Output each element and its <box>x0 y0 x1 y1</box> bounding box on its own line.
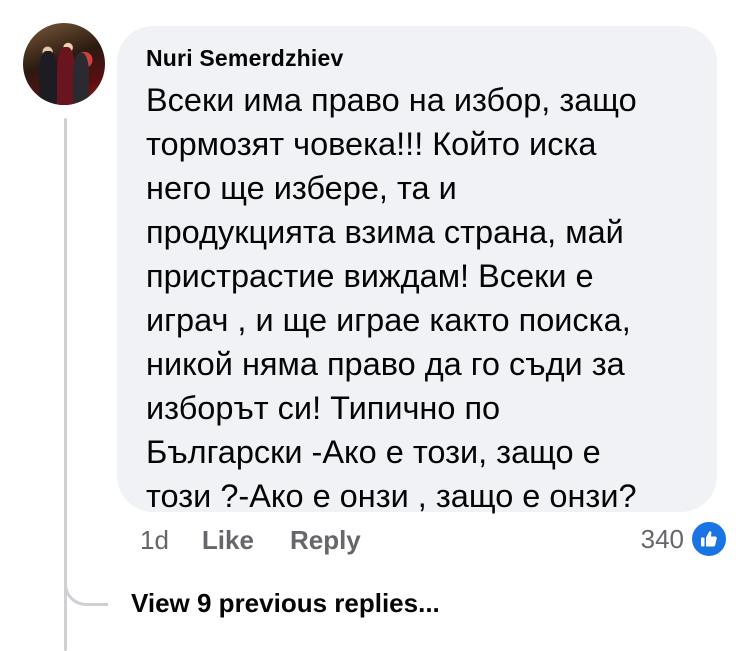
reply-connector <box>64 560 108 606</box>
avatar[interactable] <box>23 23 105 105</box>
comment-line: него ще избере, та и <box>146 170 457 206</box>
comment-line: пристрастие виждам! Всеки е <box>146 258 594 294</box>
reaction-count: 340 <box>640 523 684 554</box>
comment-line: Български -Ако е този, защо е <box>146 434 601 470</box>
comment-author[interactable]: Nuri Semerdzhiev <box>146 44 687 72</box>
thumbs-up-icon <box>690 520 728 558</box>
reply-button[interactable]: Reply <box>290 525 361 556</box>
comment-text: Всеки има право на избор, защо тормозят … <box>146 78 687 518</box>
comment-line: този ?-Ако е онзи , защо е онзи? <box>146 478 637 514</box>
comment-line: продукцията взима страна, май <box>146 214 624 250</box>
comment-line: никой няма право да го съди за <box>146 346 625 382</box>
comment-line: Всеки има право на избор, защо <box>146 82 637 118</box>
view-previous-replies-link[interactable]: View 9 previous replies... <box>131 588 440 619</box>
comment-line: играч , и ще играе както поиска, <box>146 302 631 338</box>
comment-timestamp[interactable]: 1d <box>140 525 169 556</box>
reaction-summary[interactable]: 340 <box>641 519 728 559</box>
comment-actions: 1d Like Reply <box>140 520 397 560</box>
comment-line: тормозят човека!!! Който иска <box>146 126 597 162</box>
comment-line: изборът си! Типично по <box>146 390 501 426</box>
like-button[interactable]: Like <box>202 525 254 556</box>
comment-bubble: Nuri Semerdzhiev Всеки има право на избо… <box>117 26 717 514</box>
